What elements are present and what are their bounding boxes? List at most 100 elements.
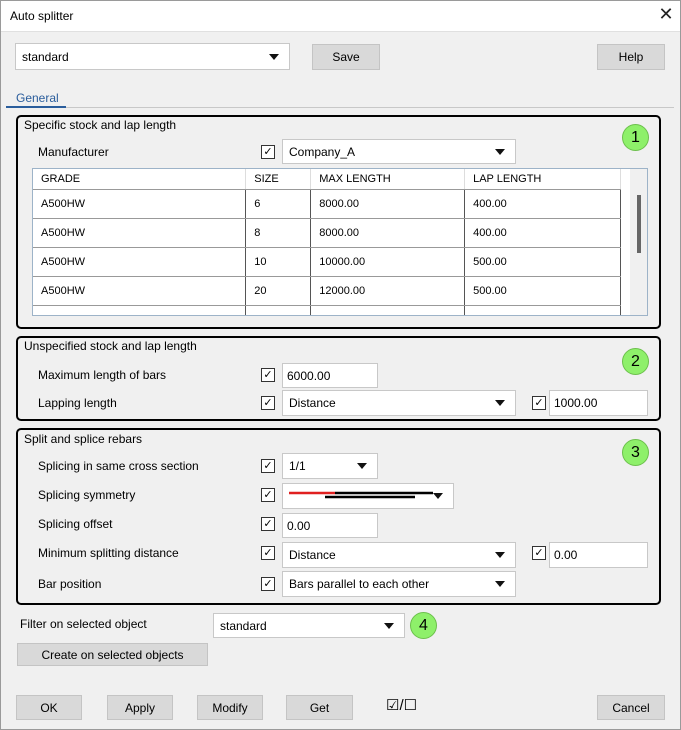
window-title: Auto splitter: [10, 9, 74, 23]
symmetry-label: Splicing symmetry: [38, 488, 136, 502]
same-section-label: Splicing in same cross section: [38, 459, 199, 473]
table-row[interactable]: A500HW 8 8000.00 400.00: [33, 218, 621, 248]
lapping-length-label: Lapping length: [38, 396, 117, 410]
save-button[interactable]: Save: [312, 44, 380, 70]
column-header-max-length[interactable]: MAX LENGTH: [310, 169, 466, 190]
group-specific-stock-title: Specific stock and lap length: [24, 118, 177, 132]
same-section-value: 1/1: [289, 459, 306, 473]
same-section-dropdown[interactable]: 1/1: [282, 453, 378, 479]
min-split-checkbox[interactable]: ✓: [261, 546, 275, 560]
badge-2: 2: [622, 348, 649, 375]
offset-checkbox[interactable]: ✓: [261, 517, 275, 531]
chevron-down-icon: [495, 148, 505, 155]
scrollbar-thumb[interactable]: [637, 195, 641, 253]
manufacturer-dropdown[interactable]: Company_A: [282, 139, 516, 164]
column-header-size[interactable]: SIZE: [245, 169, 312, 190]
toggle-all-checkboxes-icon[interactable]: ☑/☐: [386, 696, 417, 714]
title-bar: [0, 0, 681, 32]
group-unspecified-stock-title: Unspecified stock and lap length: [24, 339, 197, 353]
cell-size: 6: [245, 189, 312, 219]
max-length-label: Maximum length of bars: [38, 368, 167, 382]
min-split-mode-value: Distance: [289, 548, 336, 562]
cell-max-length: 12000.00: [310, 276, 466, 306]
cell-grade: A500HW: [33, 247, 247, 277]
lapping-mode-value: Distance: [289, 396, 336, 410]
close-icon[interactable]: ✕: [656, 4, 676, 25]
manufacturer-value: Company_A: [289, 144, 356, 159]
offset-field[interactable]: 0.00: [282, 513, 378, 538]
group-split-splice-title: Split and splice rebars: [24, 432, 143, 446]
min-split-label: Minimum splitting distance: [38, 546, 179, 560]
cell-max-length: 8000.00: [310, 189, 466, 219]
filter-label: Filter on selected object: [20, 617, 147, 631]
preset-value: standard: [22, 49, 69, 64]
max-length-field[interactable]: 6000.00: [282, 363, 378, 388]
ok-button[interactable]: OK: [16, 695, 82, 720]
bar-position-value: Bars parallel to each other: [289, 577, 430, 591]
chevron-down-icon: [495, 581, 505, 587]
lapping-value-checkbox[interactable]: ✓: [532, 396, 546, 410]
symmetry-dropdown[interactable]: [282, 483, 454, 509]
filter-dropdown[interactable]: standard: [213, 613, 405, 638]
stock-table: GRADE SIZE MAX LENGTH LAP LENGTH A500HW …: [32, 168, 648, 316]
preset-dropdown[interactable]: standard: [15, 43, 290, 70]
badge-3: 3: [622, 439, 649, 466]
table-header-row: GRADE SIZE MAX LENGTH LAP LENGTH: [33, 169, 621, 190]
apply-button[interactable]: Apply: [107, 695, 173, 720]
bar-position-checkbox[interactable]: ✓: [261, 577, 275, 591]
table-row[interactable]: A500HW 10 10000.00 500.00: [33, 247, 621, 277]
cell-grade: Undefined: [33, 305, 247, 315]
offset-label: Splicing offset: [38, 517, 113, 531]
table-scrollbar[interactable]: [630, 169, 647, 315]
table-row[interactable]: A500HW 20 12000.00 500.00: [33, 276, 621, 306]
cell-grade: A500HW: [33, 276, 247, 306]
cell-size: 10: [245, 247, 312, 277]
cell-lap-length: 400.00: [464, 218, 621, 248]
chevron-down-icon: [357, 463, 367, 469]
column-header-grade[interactable]: GRADE: [33, 169, 247, 190]
cell-lap-length: 500.00: [464, 247, 621, 277]
cell-grade: A500HW: [33, 218, 247, 248]
splice-symmetry-icon: [289, 491, 433, 499]
chevron-down-icon: [384, 622, 394, 629]
cell-max-length: 10000.00: [310, 247, 466, 277]
lapping-mode-dropdown[interactable]: Distance: [282, 390, 516, 416]
filter-value: standard: [220, 618, 267, 633]
cell-size: 20: [245, 276, 312, 306]
chevron-down-icon: [495, 400, 505, 406]
cell-lap-length: 500.00: [464, 276, 621, 306]
get-button[interactable]: Get: [286, 695, 353, 720]
cell-lap-length: 200.00: [464, 305, 621, 315]
badge-1: 1: [622, 124, 649, 151]
symmetry-checkbox[interactable]: ✓: [261, 488, 275, 502]
bar-position-label: Bar position: [38, 577, 102, 591]
tab-divider: [6, 107, 674, 108]
cell-size: 8: [245, 218, 312, 248]
cell-max-length: 8000.00: [310, 218, 466, 248]
cancel-button[interactable]: Cancel: [597, 695, 665, 720]
table-row[interactable]: A500HW 6 8000.00 400.00: [33, 189, 621, 219]
min-split-value-field[interactable]: 0.00: [549, 542, 648, 568]
tab-active-indicator: [6, 106, 66, 108]
cell-max-length: 8000.00: [310, 305, 466, 315]
badge-4: 4: [410, 612, 437, 639]
cell-size: 4: [245, 305, 312, 315]
manufacturer-checkbox[interactable]: ✓: [261, 145, 275, 159]
bar-position-dropdown[interactable]: Bars parallel to each other: [282, 571, 516, 597]
max-length-checkbox[interactable]: ✓: [261, 368, 275, 382]
manufacturer-label: Manufacturer: [38, 145, 109, 159]
table-row[interactable]: Undefined 4 8000.00 200.00: [33, 305, 621, 315]
create-on-selected-button[interactable]: Create on selected objects: [17, 643, 208, 666]
cell-lap-length: 400.00: [464, 189, 621, 219]
tab-general[interactable]: General: [16, 91, 59, 105]
same-section-checkbox[interactable]: ✓: [261, 459, 275, 473]
min-split-mode-dropdown[interactable]: Distance: [282, 542, 516, 568]
modify-button[interactable]: Modify: [197, 695, 263, 720]
lapping-length-checkbox[interactable]: ✓: [261, 396, 275, 410]
chevron-down-icon: [433, 493, 443, 499]
column-header-lap-length[interactable]: LAP LENGTH: [464, 169, 621, 190]
help-button[interactable]: Help: [597, 44, 665, 70]
lapping-value-field[interactable]: 1000.00: [549, 390, 648, 416]
chevron-down-icon: [495, 552, 505, 558]
min-split-value-checkbox[interactable]: ✓: [532, 546, 546, 560]
